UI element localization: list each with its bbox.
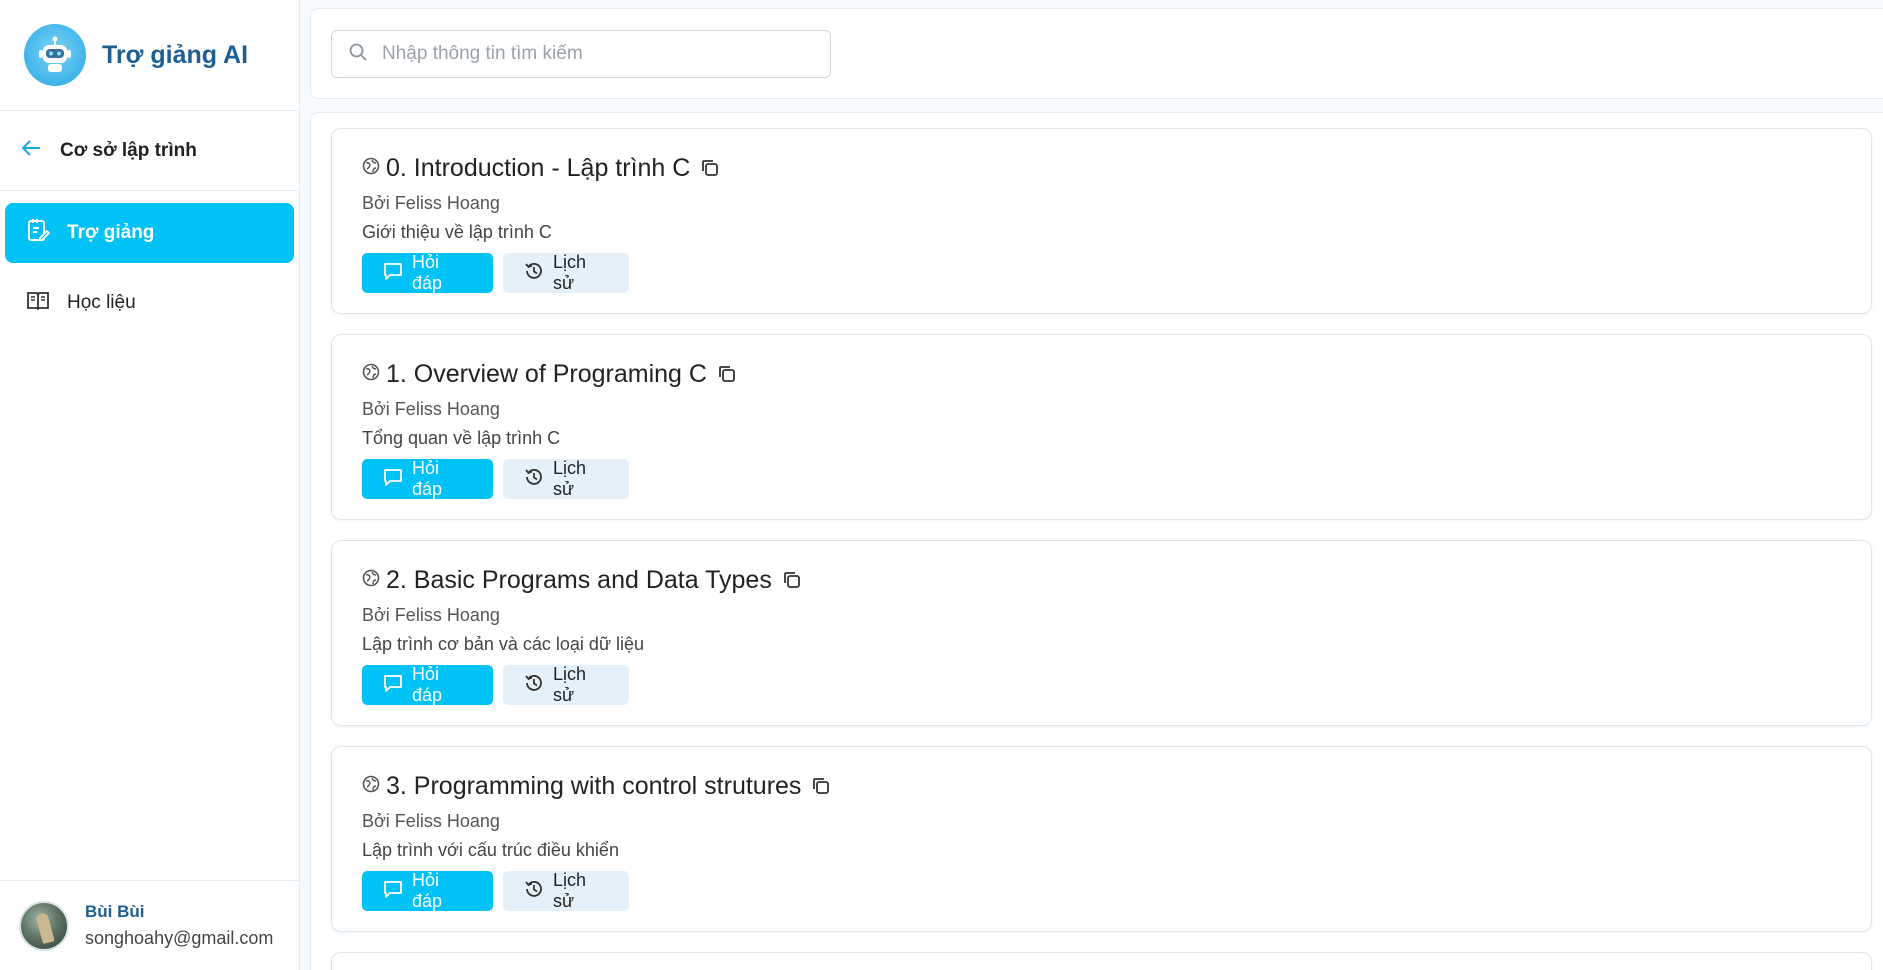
history-icon (523, 672, 545, 699)
ask-button[interactable]: Hỏi đáp (362, 664, 493, 705)
globe-icon (362, 775, 380, 798)
history-button[interactable]: Lịch sử (503, 664, 629, 705)
arrow-left-icon (20, 137, 42, 164)
ask-button-label: Hỏi đáp (412, 252, 443, 293)
search-icon (348, 42, 368, 67)
copy-icon[interactable] (782, 570, 802, 590)
sidebar: Trợ giảng AI Cơ sở lập trình Trợ giảng H… (0, 0, 300, 970)
ask-button[interactable]: Hỏi đáp (362, 458, 493, 499)
card-description: Lập trình cơ bản và các loại dữ liệu (362, 634, 645, 654)
globe-icon (362, 363, 380, 386)
history-icon (523, 260, 545, 287)
card-title-row: 1. Overview of Programing C (362, 357, 1871, 391)
card-author: Bởi Feliss Hoang (362, 193, 500, 213)
search-box[interactable] (331, 30, 831, 78)
search-input[interactable] (380, 42, 800, 66)
top-bar (310, 8, 1883, 99)
user-email: songhoahy@gmail.com (85, 928, 274, 948)
history-button[interactable]: Lịch sử (503, 252, 629, 293)
assistant-card: 1. Overview of Programing C Bởi Feliss H… (331, 334, 1872, 520)
ask-button-label: Hỏi đáp (412, 664, 443, 705)
assistant-card-partial (331, 952, 1872, 970)
globe-icon (362, 569, 380, 592)
sidebar-item-label: Học liệu (67, 292, 136, 313)
card-actions: Hỏi đáp Lịch sử (362, 252, 1871, 293)
brand-header: Trợ giảng AI (0, 0, 299, 111)
card-title-row: 0. Introduction - Lập trình C (362, 151, 1871, 185)
ask-button[interactable]: Hỏi đáp (362, 870, 493, 911)
card-author: Bởi Feliss Hoang (362, 605, 500, 625)
assistant-card: 2. Basic Programs and Data Types Bởi Fel… (331, 540, 1872, 726)
card-title: 1. Overview of Programing C (386, 359, 707, 388)
history-button-label: Lịch sử (553, 252, 587, 293)
sidebar-item-tro-giang[interactable]: Trợ giảng (5, 203, 294, 263)
history-button-label: Lịch sử (553, 458, 587, 499)
card-title-row: 2. Basic Programs and Data Types (362, 563, 1871, 597)
robot-logo-icon (24, 24, 86, 86)
card-title: 3. Programming with control strutures (386, 771, 802, 800)
history-icon (523, 878, 545, 905)
globe-icon (362, 157, 380, 180)
copy-icon[interactable] (700, 158, 720, 178)
card-author: Bởi Feliss Hoang (362, 399, 500, 419)
sidebar-item-label: Trợ giảng (67, 222, 155, 243)
sidebar-item-hoc-lieu[interactable]: Học liệu (5, 273, 294, 333)
history-button-label: Lịch sử (553, 870, 587, 911)
edit-note-icon (25, 217, 51, 249)
card-actions: Hỏi đáp Lịch sử (362, 458, 1871, 499)
sidebar-nav: Trợ giảng Học liệu (0, 191, 299, 333)
card-author: Bởi Feliss Hoang (362, 811, 500, 831)
card-description: Lập trình với cấu trúc điều khiển (362, 840, 619, 860)
history-button-label: Lịch sử (553, 664, 587, 705)
back-to-course-button[interactable]: Cơ sở lập trình (0, 111, 299, 191)
assistant-list: 0. Introduction - Lập trình C Bởi Feliss… (310, 112, 1883, 970)
history-button[interactable]: Lịch sử (503, 458, 629, 499)
chat-bubble-icon (382, 878, 404, 905)
open-book-icon (25, 287, 51, 319)
course-name: Cơ sở lập trình (60, 139, 197, 161)
user-name: Bùi Bùi (85, 902, 145, 921)
ask-button[interactable]: Hỏi đáp (362, 252, 493, 293)
card-actions: Hỏi đáp Lịch sử (362, 664, 1871, 705)
card-title: 2. Basic Programs and Data Types (386, 565, 772, 594)
card-title: 0. Introduction - Lập trình C (386, 153, 691, 182)
chat-bubble-icon (382, 260, 404, 287)
ask-button-label: Hỏi đáp (412, 870, 443, 911)
copy-icon[interactable] (717, 364, 737, 384)
card-actions: Hỏi đáp Lịch sử (362, 870, 1871, 911)
user-info: Bùi Bùi songhoahy@gmail.com (85, 902, 273, 949)
assistant-card: 3. Programming with control strutures Bở… (331, 746, 1872, 932)
user-profile[interactable]: Bùi Bùi songhoahy@gmail.com (0, 880, 299, 970)
history-icon (523, 466, 545, 493)
chat-bubble-icon (382, 466, 404, 493)
chat-bubble-icon (382, 672, 404, 699)
card-description: Giới thiệu về lập trình C (362, 222, 552, 242)
assistant-card: 0. Introduction - Lập trình C Bởi Feliss… (331, 128, 1872, 314)
avatar (19, 900, 69, 951)
card-title-row: 3. Programming with control strutures (362, 769, 1871, 803)
app-title: Trợ giảng AI (102, 40, 249, 69)
copy-icon[interactable] (811, 776, 831, 796)
ask-button-label: Hỏi đáp (412, 458, 443, 499)
card-description: Tổng quan về lập trình C (362, 428, 561, 448)
history-button[interactable]: Lịch sử (503, 870, 629, 911)
